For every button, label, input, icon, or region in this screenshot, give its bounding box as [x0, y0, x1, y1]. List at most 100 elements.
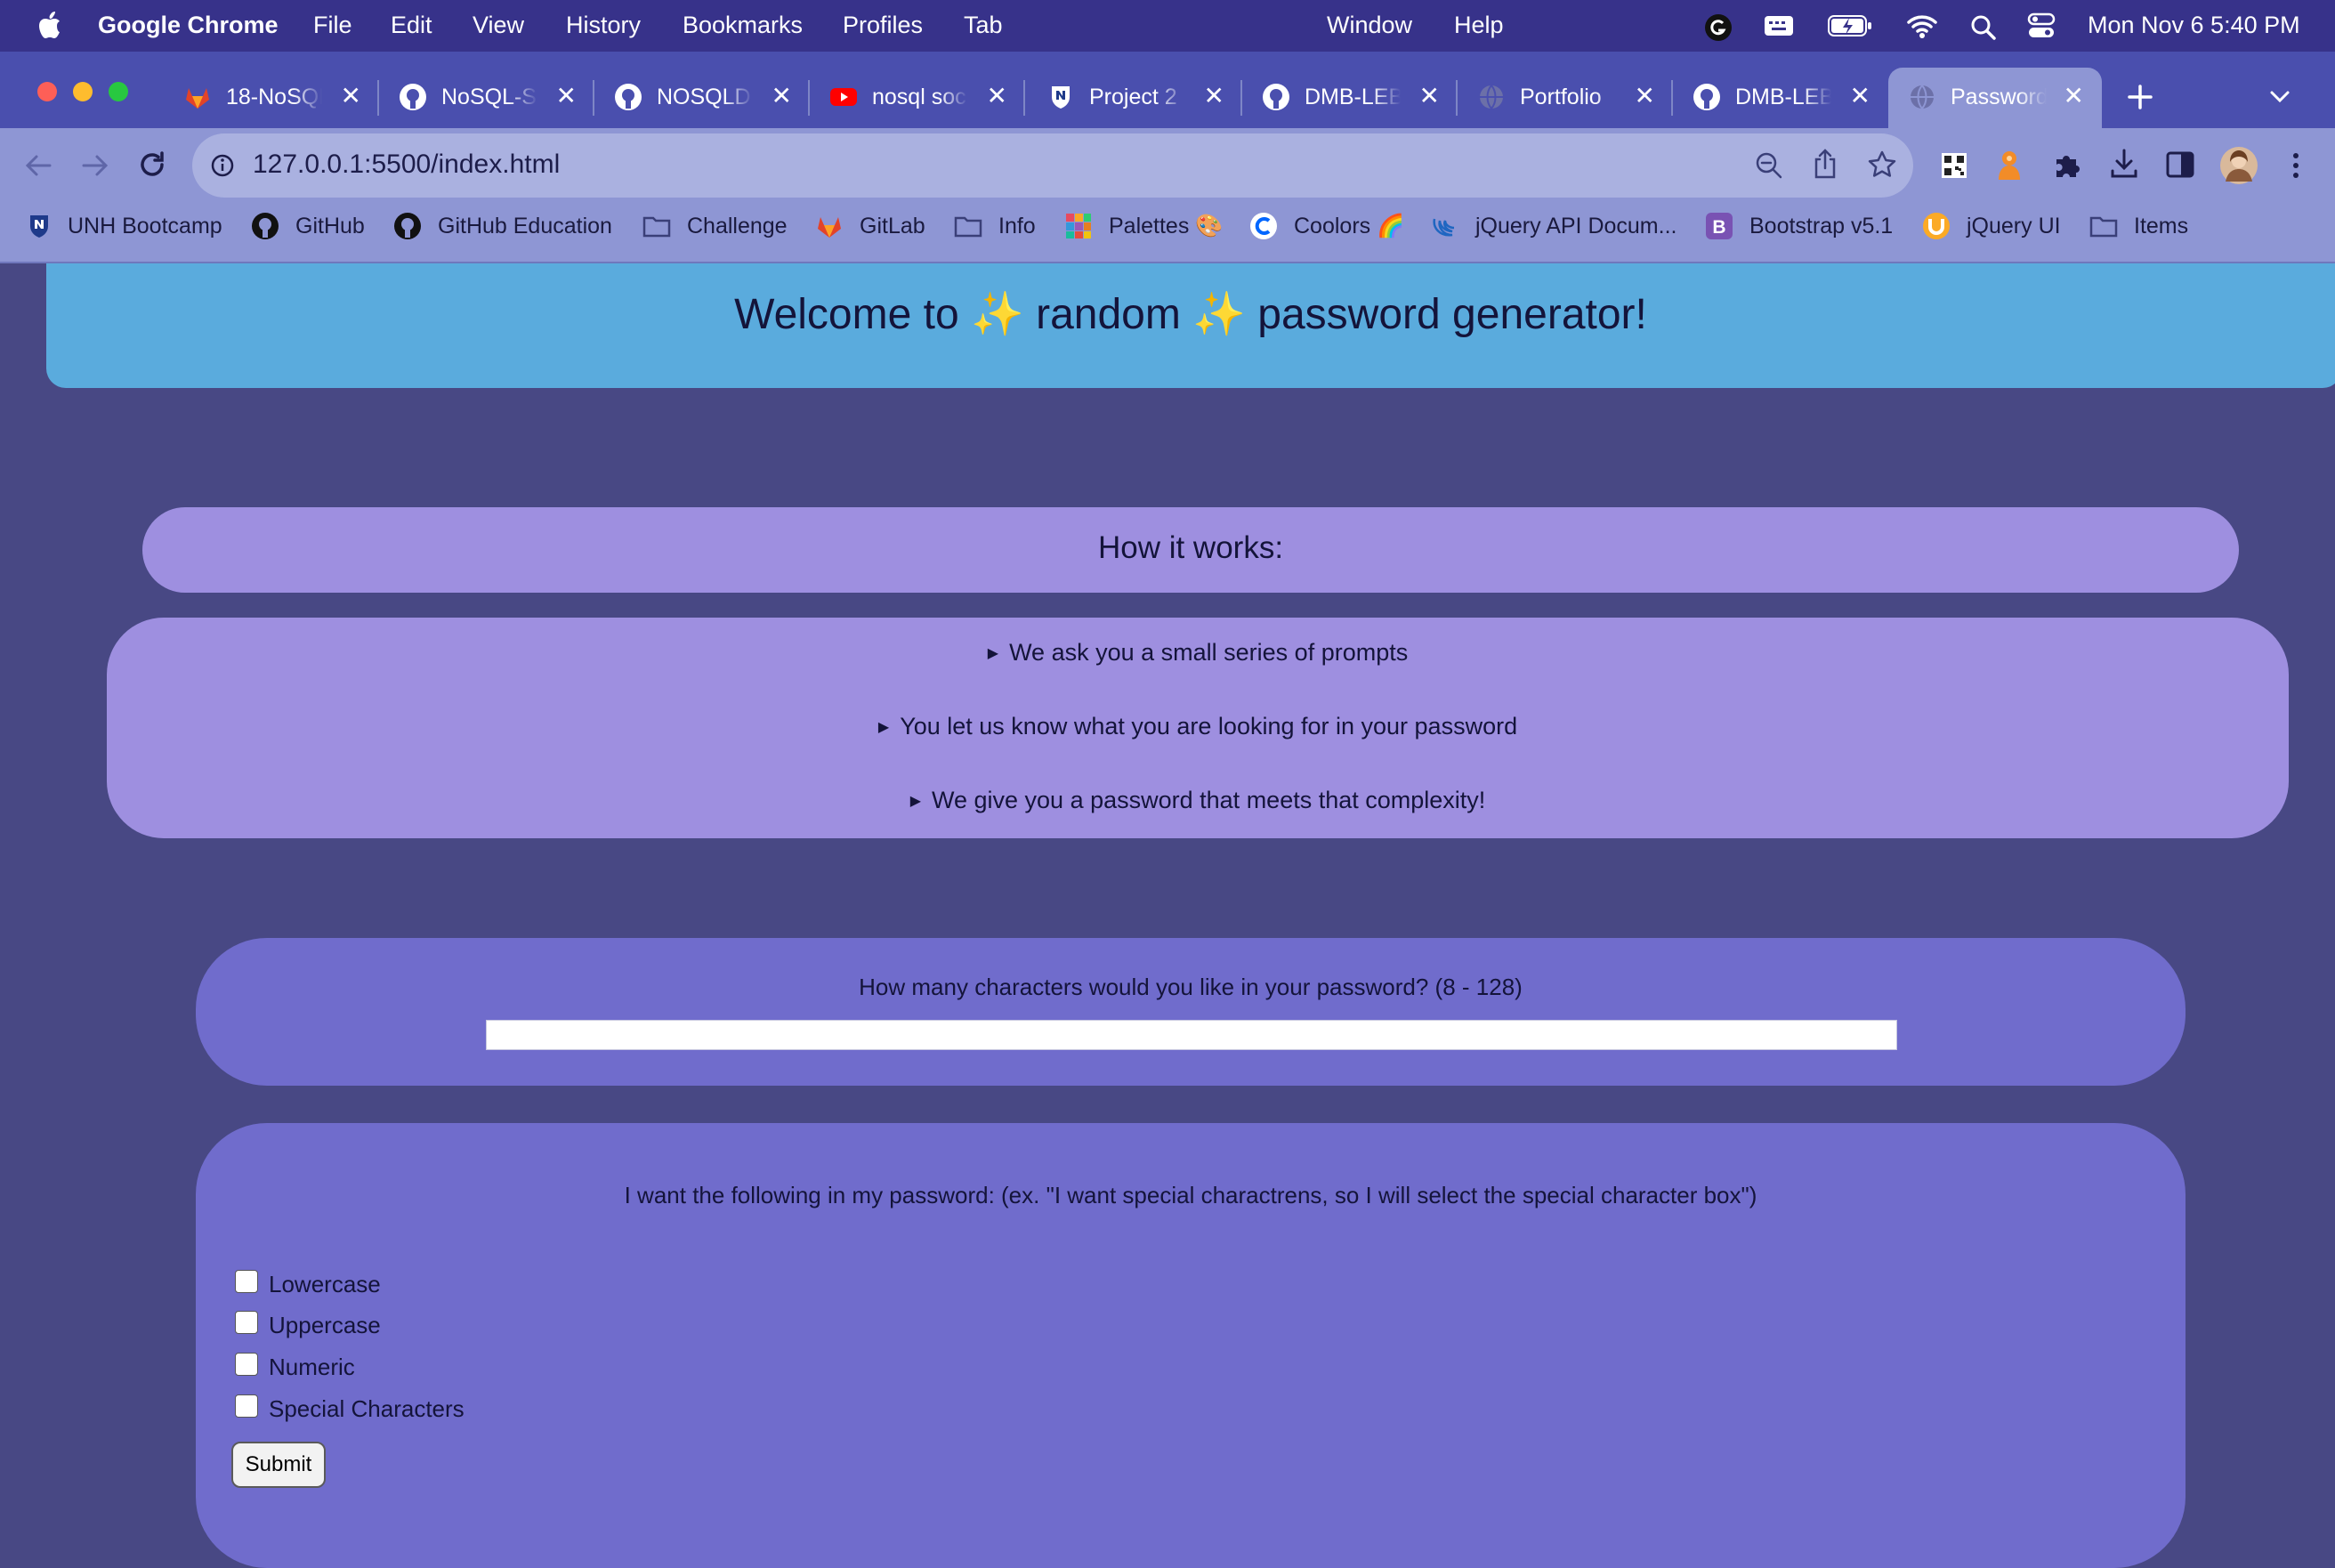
- bookmark-github-education[interactable]: GitHub Education: [438, 214, 612, 239]
- qr-code-extension-icon[interactable]: [1940, 151, 1968, 180]
- lowercase-label[interactable]: Lowercase: [269, 1271, 381, 1298]
- jquery-icon: [1433, 218, 1455, 237]
- numeric-checkbox[interactable]: [235, 1352, 258, 1376]
- reload-icon[interactable]: [137, 150, 167, 180]
- downloads-icon[interactable]: [2109, 148, 2139, 180]
- window-zoom-button[interactable]: [109, 82, 128, 101]
- tab-close-icon[interactable]: ✕: [1204, 84, 1224, 109]
- github-icon: [1693, 84, 1720, 110]
- extensions-puzzle-icon[interactable]: [2052, 150, 2082, 180]
- lowercase-checkbox[interactable]: [235, 1269, 258, 1293]
- gitlab-icon: [818, 217, 841, 238]
- globe-icon: [1480, 85, 1503, 109]
- menu-app-name[interactable]: Google Chrome: [98, 12, 279, 39]
- special-characters-label[interactable]: Special Characters: [269, 1395, 465, 1423]
- page-title: Welcome to ✨ random ✨ password generator…: [734, 291, 1647, 338]
- length-prompt-label: How many characters would you like in yo…: [859, 974, 1523, 1000]
- bookmark-folder-items[interactable]: Items: [2134, 214, 2188, 239]
- menu-view[interactable]: View: [473, 12, 524, 39]
- menu-clock[interactable]: Mon Nov 6 5:40 PM: [2088, 12, 2300, 39]
- tab-portfolio[interactable]: Portfolio ✕: [1477, 68, 1673, 128]
- tab-dmb-leb-2[interactable]: DMB-LEB ✕: [1693, 68, 1870, 128]
- tab-18-nosql[interactable]: 18-NoSQL ✕: [183, 68, 379, 128]
- numeric-label[interactable]: Numeric: [269, 1354, 355, 1381]
- bookmark-unh-bootcamp[interactable]: UNH Bootcamp: [68, 214, 222, 239]
- github-icon: [1263, 84, 1289, 110]
- password-length-input[interactable]: [486, 1020, 1897, 1050]
- chrome-menu-kebab-icon[interactable]: [2289, 151, 2303, 180]
- uppercase-checkbox[interactable]: [235, 1310, 258, 1334]
- menu-tab[interactable]: Tab: [964, 12, 1003, 39]
- forward-arrow-icon[interactable]: [80, 151, 110, 180]
- tab-close-icon[interactable]: ✕: [1635, 84, 1655, 109]
- tab-close-icon[interactable]: ✕: [1850, 84, 1870, 109]
- unh-shield-icon: [30, 215, 48, 238]
- wifi-icon[interactable]: [1906, 12, 1938, 39]
- window-close-button[interactable]: [37, 82, 57, 101]
- bookmark-folder-info[interactable]: Info: [998, 214, 1036, 239]
- bookmark-folder-challenge[interactable]: Challenge: [687, 214, 788, 239]
- profile-avatar[interactable]: [2219, 146, 2258, 185]
- side-panel-icon[interactable]: [2166, 151, 2194, 178]
- special-characters-checkbox[interactable]: [235, 1394, 258, 1418]
- menu-file[interactable]: File: [313, 12, 352, 39]
- menu-help[interactable]: Help: [1454, 12, 1504, 39]
- length-card: How many characters would you like in yo…: [196, 938, 2186, 1086]
- submit-button[interactable]: Submit: [231, 1442, 326, 1488]
- bookmark-jquery-api[interactable]: jQuery API Docum...: [1475, 214, 1677, 239]
- option-uppercase[interactable]: Uppercase: [235, 1310, 381, 1339]
- url-text[interactable]: 127.0.0.1:5500/index.html: [253, 150, 560, 180]
- battery-charging-icon[interactable]: [1828, 15, 1872, 36]
- bookmark-jquery-ui[interactable]: jQuery UI: [1967, 214, 2061, 239]
- tab-close-icon[interactable]: ✕: [1419, 84, 1440, 109]
- menu-bookmarks[interactable]: Bookmarks: [683, 12, 803, 39]
- tab-close-icon[interactable]: ✕: [341, 84, 361, 109]
- bookmark-bootstrap[interactable]: Bootstrap v5.1: [1749, 214, 1893, 239]
- tab-password-active[interactable]: Password ✕: [1888, 68, 2102, 128]
- tab-close-icon[interactable]: ✕: [556, 84, 577, 109]
- tab-project-2[interactable]: Project 2 ✕: [1046, 68, 1242, 128]
- step-item: ▶ We ask you a small series of prompts: [987, 639, 1409, 666]
- keyboard-icon[interactable]: [1764, 14, 1794, 37]
- bookmark-star-icon[interactable]: [1867, 150, 1897, 180]
- menu-profiles[interactable]: Profiles: [843, 12, 923, 39]
- share-icon[interactable]: [1812, 148, 1838, 180]
- tab-close-icon[interactable]: ✕: [772, 84, 792, 109]
- tab-nosqld[interactable]: NOSQLD ✕: [614, 68, 810, 128]
- option-numeric[interactable]: Numeric: [235, 1352, 355, 1381]
- disclosure-triangle-icon: ▶: [877, 720, 890, 735]
- github-icon: [400, 84, 426, 110]
- tab-search-chevron-down-icon[interactable]: [2269, 89, 2291, 103]
- bookmark-gitlab[interactable]: GitLab: [860, 214, 925, 239]
- bookmark-coolors[interactable]: Coolors 🌈: [1294, 214, 1404, 239]
- step-item: ▶ We give you a password that meets that …: [909, 787, 1486, 813]
- how-it-works-title: How it works:: [1097, 530, 1284, 565]
- site-info-icon[interactable]: [210, 153, 235, 178]
- uppercase-label[interactable]: Uppercase: [269, 1312, 381, 1339]
- tab-dmb-leb-1[interactable]: DMB-LEB ✕: [1262, 68, 1458, 128]
- tab-nosql-soc[interactable]: nosql soc ✕: [829, 68, 1025, 128]
- tab-close-icon[interactable]: ✕: [2064, 84, 2084, 109]
- bookmark-palettes[interactable]: Palettes 🎨: [1109, 214, 1223, 239]
- grammarly-icon[interactable]: [1703, 12, 1733, 43]
- option-lowercase[interactable]: Lowercase: [235, 1269, 381, 1298]
- menu-edit[interactable]: Edit: [391, 12, 432, 39]
- bookmark-github[interactable]: GitHub: [295, 214, 365, 239]
- control-center-icon[interactable]: [2027, 12, 2056, 39]
- github-icon: [615, 84, 642, 110]
- coolors-icon: [1250, 213, 1277, 239]
- menu-window[interactable]: Window: [1327, 12, 1412, 39]
- spotlight-search-icon[interactable]: [1970, 14, 1997, 41]
- back-arrow-icon[interactable]: [23, 151, 53, 180]
- menu-history[interactable]: History: [566, 12, 641, 39]
- how-it-works-steps: ▶ We ask you a small series of prompts ▶ Y…: [107, 618, 2289, 838]
- new-tab-plus-icon[interactable]: [2127, 84, 2153, 110]
- tab-nosql-s[interactable]: NoSQL-S ✕: [399, 68, 594, 128]
- orange-extension-icon[interactable]: [1995, 148, 2024, 182]
- zoom-out-icon[interactable]: [1755, 151, 1783, 180]
- apple-logo-icon[interactable]: [36, 9, 66, 41]
- tab-close-icon[interactable]: ✕: [987, 84, 1007, 109]
- option-special-characters[interactable]: Special Characters: [235, 1394, 465, 1423]
- criteria-card: I want the following in my password: (ex…: [196, 1123, 2186, 1568]
- window-minimize-button[interactable]: [73, 82, 93, 101]
